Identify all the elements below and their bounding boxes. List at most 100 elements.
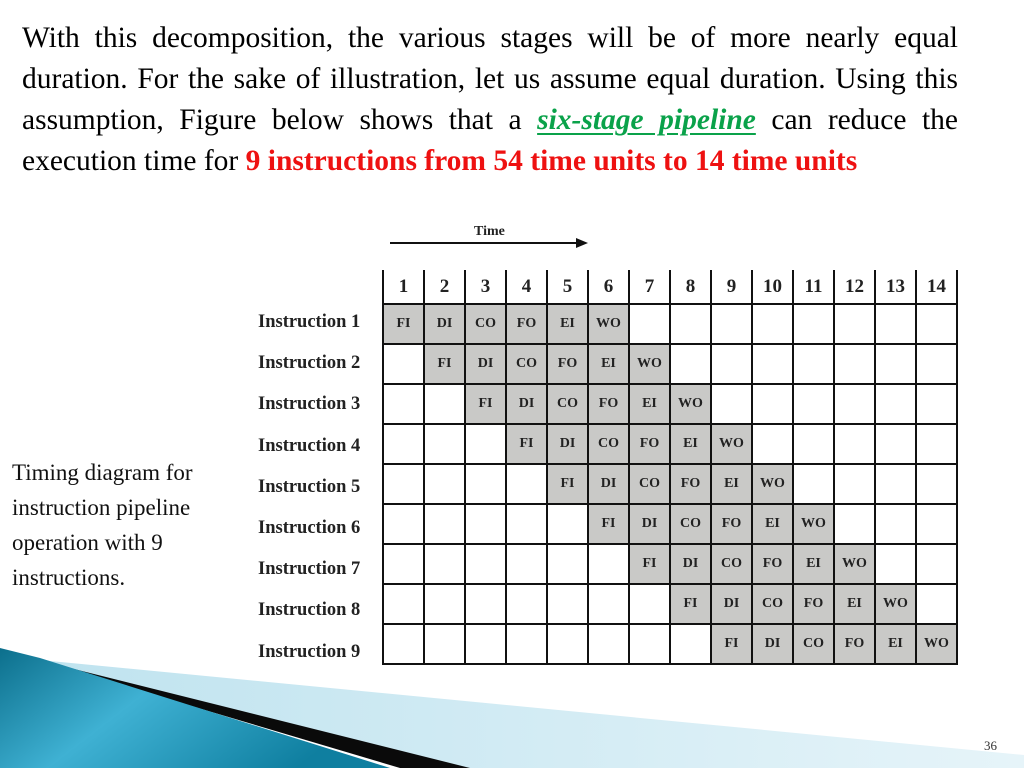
instruction-label: Instruction 6 [258, 518, 361, 538]
empty-cell [710, 303, 753, 345]
empty-cell [792, 463, 835, 505]
slide-decoration-swoosh [0, 648, 1024, 768]
empty-cell [915, 343, 958, 385]
stage-cell-fi: FI [423, 343, 466, 385]
instruction-row: FI DI CO FO EI WO [382, 303, 958, 345]
empty-cell [587, 543, 630, 585]
stage-cell-fi: FI [546, 463, 589, 505]
empty-cell [833, 503, 876, 545]
empty-cell [382, 503, 425, 545]
time-column-header: 5 [546, 270, 589, 305]
empty-cell [915, 463, 958, 505]
instruction-label: Instruction 8 [258, 600, 361, 621]
empty-cell [382, 423, 425, 465]
instruction-row: FI DI CO FO EI WO [382, 503, 958, 545]
stage-cell-fo: FO [751, 543, 794, 585]
empty-cell [382, 463, 425, 505]
stage-cell-ei: EI [833, 583, 876, 625]
empty-cell [833, 463, 876, 505]
stage-cell-ei: EI [587, 343, 630, 385]
time-reduction-highlight: 9 instructions from 54 time units to 14 … [245, 145, 858, 177]
instruction-label: Instruction 3 [258, 394, 361, 415]
time-header-row: 1 2 3 4 5 6 7 8 9 10 11 12 13 14 [382, 270, 958, 305]
empty-cell [382, 383, 425, 425]
empty-cell [833, 303, 876, 345]
stage-cell-fi: FI [587, 503, 630, 545]
instruction-row: FI DI CO FO EI WO [382, 583, 958, 625]
empty-cell [915, 423, 958, 465]
instruction-row: FI DI CO FO EI WO [382, 463, 958, 505]
stage-cell-wo: WO [710, 423, 753, 465]
six-stage-pipeline-highlight: six-stage pipeline [537, 104, 756, 136]
empty-cell [833, 383, 876, 425]
empty-cell [546, 543, 589, 585]
empty-cell [505, 583, 548, 625]
stage-cell-fo: FO [669, 463, 712, 505]
empty-cell [546, 583, 589, 625]
stage-cell-fi: FI [505, 423, 548, 465]
empty-cell [874, 383, 917, 425]
empty-cell [382, 543, 425, 585]
time-column-header: 9 [710, 270, 753, 305]
instruction-label: Instruction 2 [258, 353, 361, 374]
time-column-header: 4 [505, 270, 548, 305]
instruction-label: Instruction 1 [258, 312, 361, 332]
stage-cell-co: CO [587, 423, 630, 465]
instruction-label: Instruction 4 [258, 435, 361, 456]
time-arrow-icon [390, 238, 588, 248]
empty-cell [587, 583, 630, 625]
stage-cell-wo: WO [874, 583, 917, 625]
empty-cell [464, 463, 507, 505]
time-column-header: 14 [915, 270, 958, 305]
empty-cell [874, 343, 917, 385]
empty-cell [874, 543, 917, 585]
empty-cell [751, 343, 794, 385]
stage-cell-co: CO [710, 543, 753, 585]
empty-cell [628, 303, 671, 345]
stage-cell-di: DI [669, 543, 712, 585]
empty-cell [505, 463, 548, 505]
pipeline-timing-table: 1 2 3 4 5 6 7 8 9 10 11 12 13 14 FI DI CO FO EI WO FI DI CO FO… [382, 270, 958, 665]
body-paragraph: With this decomposition, the various sta… [22, 18, 958, 182]
stage-cell-fo: FO [505, 303, 548, 345]
empty-cell [915, 503, 958, 545]
instruction-row: FI DI CO FO EI WO [382, 423, 958, 465]
empty-cell [874, 503, 917, 545]
empty-cell [423, 503, 466, 545]
instruction-row: FI DI CO FO EI WO [382, 343, 958, 385]
empty-cell [751, 303, 794, 345]
figure-caption: Timing diagram for instruction pipeline … [12, 460, 193, 590]
stage-cell-fo: FO [792, 583, 835, 625]
stage-cell-wo: WO [669, 383, 712, 425]
stage-cell-ei: EI [751, 503, 794, 545]
stage-cell-fi: FI [669, 583, 712, 625]
stage-cell-wo: WO [751, 463, 794, 505]
time-column-header: 6 [587, 270, 630, 305]
stage-cell-co: CO [464, 303, 507, 345]
empty-cell [669, 343, 712, 385]
stage-cell-fo: FO [710, 503, 753, 545]
time-column-header: 13 [874, 270, 917, 305]
empty-cell [628, 583, 671, 625]
empty-cell [710, 343, 753, 385]
empty-cell [382, 343, 425, 385]
empty-cell [464, 503, 507, 545]
empty-cell [423, 583, 466, 625]
empty-cell [915, 303, 958, 345]
stage-cell-wo: WO [792, 503, 835, 545]
empty-cell [464, 583, 507, 625]
time-column-header: 8 [669, 270, 712, 305]
empty-cell [464, 543, 507, 585]
empty-cell [874, 423, 917, 465]
stage-cell-ei: EI [710, 463, 753, 505]
empty-cell [915, 583, 958, 625]
stage-cell-co: CO [628, 463, 671, 505]
stage-cell-di: DI [546, 423, 589, 465]
stage-cell-fo: FO [587, 383, 630, 425]
stage-cell-co: CO [546, 383, 589, 425]
empty-cell [874, 463, 917, 505]
stage-cell-co: CO [505, 343, 548, 385]
stage-cell-wo: WO [628, 343, 671, 385]
time-column-header: 3 [464, 270, 507, 305]
time-column-header: 11 [792, 270, 835, 305]
